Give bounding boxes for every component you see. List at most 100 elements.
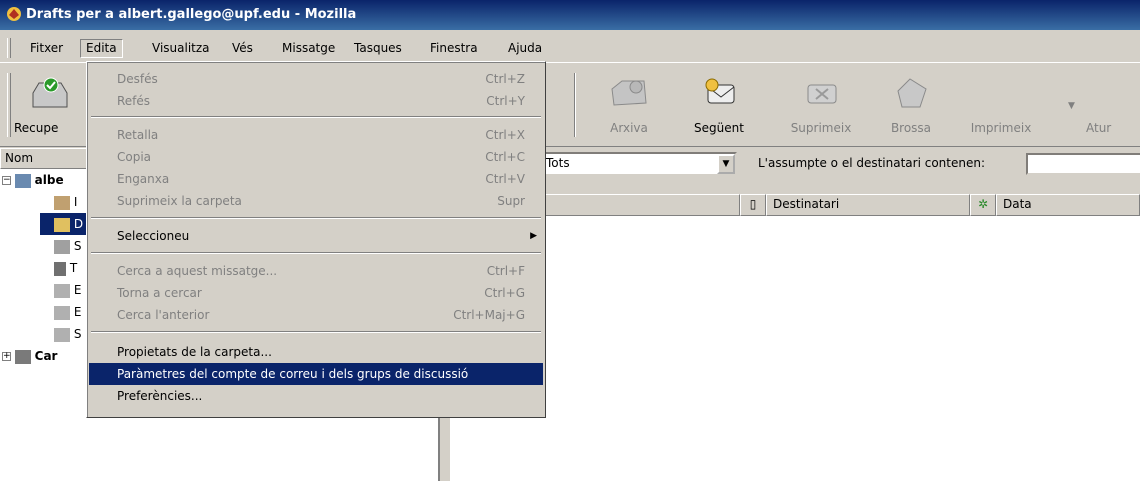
stop-button[interactable]: Atur — [1086, 75, 1140, 145]
menu-item-account-settings[interactable]: Paràmetres del compte de correu i dels g… — [89, 363, 543, 385]
column-recipient-label: Destinatari — [773, 197, 840, 211]
menu-ves[interactable]: Vés — [226, 39, 259, 58]
menu-edita[interactable]: Edita — [80, 39, 123, 58]
tree-item-label: I — [73, 195, 78, 209]
local-folders-icon — [14, 349, 31, 364]
sent-icon — [54, 239, 70, 254]
tree-folder-s[interactable]: S — [54, 323, 81, 345]
attachment-icon: ▯ — [749, 197, 757, 211]
junk-icon — [897, 78, 927, 108]
print-button[interactable]: Imprimeix — [958, 75, 1044, 145]
thread-pane[interactable] — [450, 216, 1140, 481]
menu-item-shortcut: Ctrl+Y — [486, 94, 525, 108]
menu-item-redo[interactable]: Refés Ctrl+Y — [89, 90, 543, 112]
menu-item-label: Paràmetres del compte de correu i dels g… — [117, 367, 469, 381]
search-label: L'assumpte o el destinatari contenen: — [758, 156, 986, 170]
delete-button[interactable]: Suprimeix — [778, 75, 864, 145]
tree-folder-inbox[interactable]: I — [54, 191, 77, 213]
tree-folder-trash[interactable]: T — [54, 257, 77, 279]
junk-button[interactable]: Brossa — [868, 75, 954, 145]
menu-bar: Fitxer Edita Visualitza Vés Missatge Tas… — [0, 35, 1140, 61]
menu-item-label: Retalla — [117, 128, 159, 142]
folder-icon — [54, 327, 70, 342]
window-title: Drafts per a albert.gallego@upf.edu - Mo… — [26, 7, 357, 22]
inbox-icon — [54, 195, 70, 210]
menu-separator — [91, 116, 541, 118]
tree-item-label: E — [73, 283, 82, 297]
menu-item-label: Preferències... — [117, 389, 203, 403]
archive-icon — [611, 80, 647, 106]
menu-item-shortcut: Ctrl+Maj+G — [453, 308, 525, 322]
menu-item-label: Desfés — [117, 72, 158, 86]
menu-item-folder-properties[interactable]: Propietats de la carpeta... — [89, 341, 543, 363]
menu-item-paste[interactable]: Enganxa Ctrl+V — [89, 168, 543, 190]
tree-folder-e1[interactable]: E — [54, 279, 81, 301]
expand-icon[interactable]: + — [2, 352, 11, 361]
drafts-icon — [54, 217, 70, 232]
tree-folder-sent[interactable]: S — [54, 235, 81, 257]
column-date-label: Data — [1003, 197, 1032, 211]
menu-item-preferences[interactable]: Preferències... — [89, 385, 543, 407]
trash-icon — [54, 261, 66, 276]
menu-item-label: Refés — [117, 94, 151, 108]
column-attachment[interactable]: ▯ — [740, 194, 766, 216]
next-button[interactable]: Següent — [676, 75, 762, 145]
folder-icon — [54, 305, 70, 320]
menu-item-delete-folder[interactable]: Suprimeix la carpeta Supr — [89, 190, 543, 212]
menu-finestra[interactable]: Finestra — [424, 39, 484, 58]
folder-header-label: Nom — [5, 151, 34, 165]
menubar-grip[interactable] — [7, 38, 11, 58]
menu-item-shortcut: Ctrl+F — [486, 264, 525, 278]
view-select[interactable]: Tots ▼ — [540, 152, 737, 176]
menu-item-label: Suprimeix la carpeta — [117, 194, 242, 208]
tree-account-row[interactable]: − albe — [2, 169, 64, 191]
menu-item-undo[interactable]: Desfés Ctrl+Z — [89, 68, 543, 90]
menu-ajuda[interactable]: Ajuda — [502, 39, 548, 58]
menu-item-find-previous[interactable]: Cerca l'anterior Ctrl+Maj+G — [89, 304, 543, 326]
menu-visualitza[interactable]: Visualitza — [146, 39, 216, 58]
column-recipient[interactable]: Destinatari — [766, 194, 970, 216]
menu-item-copy[interactable]: Copia Ctrl+C — [89, 146, 543, 168]
menu-item-shortcut: Ctrl+G — [484, 286, 525, 300]
tree-local-folders[interactable]: + Car — [2, 345, 57, 367]
tree-item-label: albe — [34, 173, 64, 187]
archive-button[interactable]: Arxiva — [586, 75, 672, 145]
menu-item-shortcut: Supr — [497, 194, 525, 208]
tree-folder-e2[interactable]: E — [54, 301, 81, 323]
menu-separator — [91, 331, 541, 333]
toolbar-grip[interactable] — [7, 73, 11, 137]
column-status[interactable]: ✲ — [970, 194, 996, 216]
menu-item-find-again[interactable]: Torna a cercar Ctrl+G — [89, 282, 543, 304]
column-date[interactable]: Data — [996, 194, 1140, 216]
tree-item-label: D — [73, 217, 84, 231]
collapse-icon[interactable]: − — [2, 176, 11, 185]
toolbar-separator — [574, 73, 576, 137]
stop-icon — [1095, 75, 1137, 111]
menu-item-shortcut: Ctrl+X — [485, 128, 525, 142]
menu-fitxer[interactable]: Fitxer — [24, 39, 69, 58]
get-messages-button[interactable]: Recupe — [14, 75, 86, 145]
print-icon — [980, 75, 1022, 111]
archive-label: Arxiva — [610, 121, 648, 135]
submenu-arrow-icon: ▶ — [530, 231, 537, 241]
view-select-value: Tots — [546, 156, 570, 170]
menu-item-shortcut: Ctrl+C — [485, 150, 525, 164]
tree-item-label: S — [73, 327, 82, 341]
menu-item-find[interactable]: Cerca a aquest missatge... Ctrl+F — [89, 260, 543, 282]
menu-item-select[interactable]: Seleccioneu ▶ — [89, 225, 543, 247]
title-bar[interactable]: Drafts per a albert.gallego@upf.edu - Mo… — [0, 0, 1140, 30]
delete-icon — [807, 84, 837, 104]
menu-item-label: Seleccioneu — [117, 229, 190, 243]
menu-missatge[interactable]: Missatge — [276, 39, 341, 58]
account-icon — [14, 173, 31, 188]
tree-item-label: E — [73, 305, 82, 319]
search-input[interactable] — [1026, 153, 1140, 175]
mozilla-app-icon — [7, 7, 21, 21]
chevron-down-icon[interactable]: ▼ — [717, 154, 735, 174]
print-dropdown-icon[interactable]: ▼ — [1068, 101, 1075, 111]
get-mail-icon — [32, 77, 68, 108]
menu-item-cut[interactable]: Retalla Ctrl+X — [89, 124, 543, 146]
menu-tasques[interactable]: Tasques — [348, 39, 408, 58]
tree-folder-drafts[interactable]: D — [40, 213, 88, 235]
delete-label: Suprimeix — [790, 121, 852, 135]
